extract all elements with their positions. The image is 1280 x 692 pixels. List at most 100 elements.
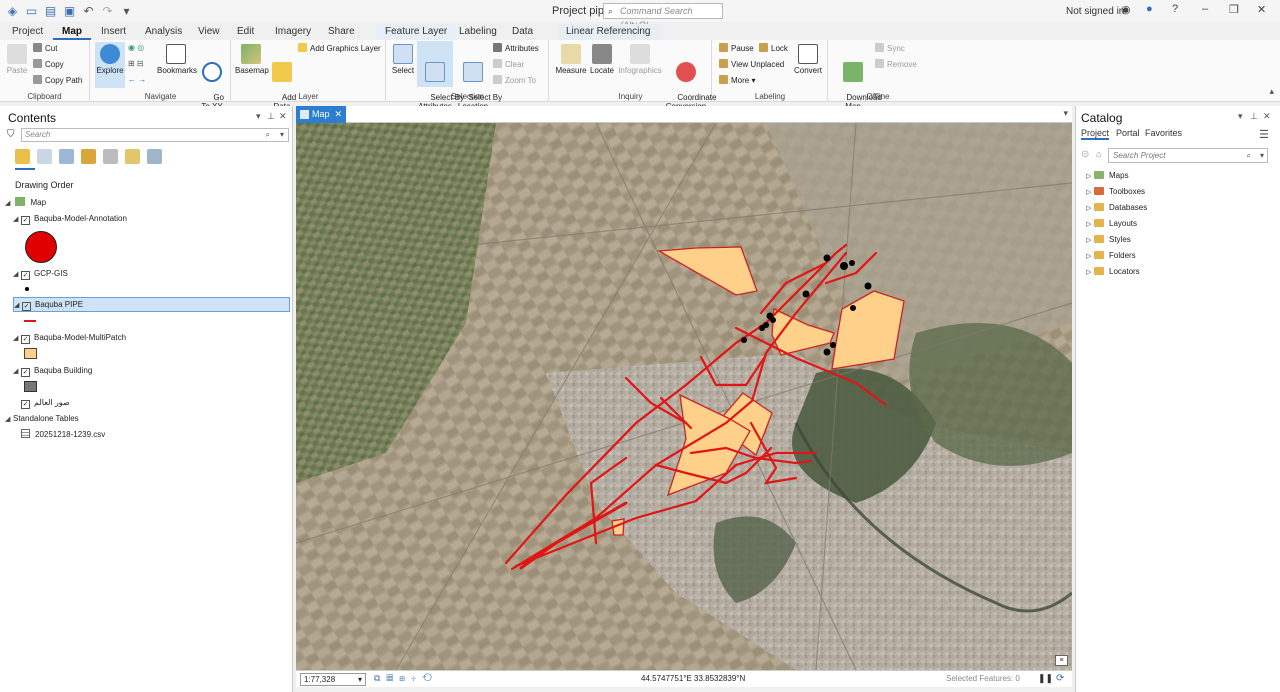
catalog-item-styles[interactable]: ▷ Styles bbox=[1086, 234, 1131, 246]
basemap-button[interactable]: Basemap bbox=[235, 44, 269, 75]
collapse-ribbon-icon[interactable]: ▴ bbox=[1269, 86, 1274, 97]
back-icon[interactable]: ⊝ bbox=[1081, 149, 1089, 160]
collapse-caret-icon[interactable]: ◢ bbox=[5, 413, 13, 426]
pause-drawing-icon[interactable]: ❚❚ bbox=[1038, 673, 1053, 684]
copy-button[interactable]: Copy bbox=[33, 59, 64, 71]
pane-options-icon[interactable]: ▾ bbox=[256, 111, 261, 122]
tab-linear-referencing[interactable]: Linear Referencing bbox=[557, 24, 660, 40]
layer-visibility-checkbox[interactable]: ✓ bbox=[21, 335, 30, 344]
clear-selection-button[interactable]: Clear bbox=[493, 59, 524, 71]
cut-button[interactable]: Cut bbox=[33, 43, 57, 55]
collapse-caret-icon[interactable]: ◢ bbox=[13, 365, 21, 378]
catalog-item-locators[interactable]: ▷ Locators bbox=[1086, 266, 1140, 278]
collapse-caret-icon[interactable]: ◢ bbox=[5, 197, 13, 210]
home-icon[interactable]: ⌂ bbox=[1096, 149, 1101, 159]
catalog-item-folders[interactable]: ▷ Folders bbox=[1086, 250, 1136, 262]
close-icon[interactable]: ✕ bbox=[1257, 3, 1266, 16]
map-nav-tools-icons[interactable]: ⧉▦⊞⊹⟲ bbox=[374, 673, 438, 684]
layer-visibility-checkbox[interactable]: ✓ bbox=[21, 368, 30, 377]
gcp-point[interactable] bbox=[849, 260, 855, 266]
layer-row-multipatch[interactable]: ◢ ✓ Baquba-Model-MultiPatch bbox=[13, 331, 126, 344]
map-view-tab[interactable]: Map ✕ bbox=[296, 106, 346, 123]
selection-list-icon[interactable] bbox=[59, 149, 74, 164]
close-pane-icon[interactable]: ✕ bbox=[279, 111, 287, 122]
undo-icon[interactable]: ↶ bbox=[82, 4, 95, 18]
layer-visibility-checkbox[interactable]: ✓ bbox=[21, 271, 30, 280]
expand-caret-icon[interactable]: ▷ bbox=[1086, 171, 1094, 183]
attributes-button[interactable]: Attributes bbox=[493, 43, 539, 55]
pin-icon[interactable]: ⊥ bbox=[267, 111, 275, 122]
select-button[interactable]: Select bbox=[391, 44, 415, 75]
tab-insert[interactable]: Insert bbox=[92, 24, 135, 40]
open-project-icon[interactable]: ▤ bbox=[44, 4, 57, 18]
catalog-menu-icon[interactable]: ☰ bbox=[1259, 128, 1269, 141]
labeling-list-icon[interactable] bbox=[125, 149, 140, 164]
tab-analysis[interactable]: Analysis bbox=[136, 24, 191, 40]
pane-options-icon[interactable]: ▾ bbox=[1238, 111, 1243, 122]
fixed-zoom-icon[interactable]: ⊞ ⊟ bbox=[128, 58, 144, 70]
copy-path-button[interactable]: Copy Path bbox=[33, 75, 82, 87]
convert-button[interactable]: Convert bbox=[792, 44, 824, 75]
gcp-point[interactable] bbox=[850, 305, 856, 311]
expand-caret-icon[interactable]: ▷ bbox=[1086, 219, 1094, 231]
close-map-tab-icon[interactable]: ✕ bbox=[334, 106, 342, 123]
tab-imagery[interactable]: Imagery bbox=[266, 24, 320, 40]
catalog-item-toolboxes[interactable]: ▷ Toolboxes bbox=[1086, 186, 1145, 198]
map-canvas[interactable]: ≡ bbox=[296, 123, 1072, 670]
collapse-caret-icon[interactable]: ◢ bbox=[14, 299, 22, 312]
layer-visibility-checkbox[interactable]: ✓ bbox=[22, 302, 31, 311]
tab-map[interactable]: Map bbox=[53, 24, 91, 40]
gcp-point[interactable] bbox=[770, 317, 776, 323]
gcp-point[interactable] bbox=[802, 290, 810, 298]
layer-visibility-checkbox[interactable]: ✓ bbox=[21, 400, 30, 409]
scale-dropdown-icon[interactable]: ▾ bbox=[358, 674, 362, 685]
gcp-point[interactable] bbox=[830, 342, 836, 348]
explore-button[interactable]: Explore bbox=[95, 42, 125, 88]
selected-features-count[interactable]: Selected Features: 0 bbox=[946, 674, 1020, 683]
sync-button[interactable]: Sync bbox=[875, 43, 905, 55]
tab-feature-layer[interactable]: Feature Layer bbox=[376, 24, 457, 40]
notification-icon[interactable]: ● bbox=[1146, 3, 1153, 15]
save-icon[interactable]: ▣ bbox=[63, 4, 76, 18]
gcp-point[interactable] bbox=[759, 325, 765, 331]
attribution-icon[interactable]: ≡ bbox=[1055, 655, 1068, 666]
contents-search-input[interactable]: Search ⌕ ▾ bbox=[21, 128, 289, 142]
expand-caret-icon[interactable]: ▷ bbox=[1086, 251, 1094, 263]
catalog-item-maps[interactable]: ▷ Maps bbox=[1086, 170, 1129, 182]
collapse-caret-icon[interactable]: ◢ bbox=[13, 268, 21, 281]
tab-view[interactable]: View bbox=[189, 24, 229, 40]
layer-row-building[interactable]: ◢ ✓ Baquba Building bbox=[13, 364, 92, 377]
measure-button[interactable]: Measure bbox=[554, 44, 588, 75]
layer-row-pipe[interactable]: ◢ ✓ Baquba PIPE bbox=[13, 297, 290, 312]
help-icon[interactable]: ? bbox=[1172, 3, 1178, 15]
view-unplaced-button[interactable]: View Unplaced bbox=[719, 59, 784, 71]
tree-map-node[interactable]: ◢ Map bbox=[5, 196, 46, 209]
collapse-caret-icon[interactable]: ◢ bbox=[13, 213, 21, 226]
layer-row-gcp-gis[interactable]: ◢ ✓ GCP-GIS bbox=[13, 267, 68, 280]
restore-icon[interactable]: ❐ bbox=[1229, 3, 1239, 16]
sign-in-status[interactable]: Not signed in bbox=[1066, 6, 1124, 17]
data-source-icon[interactable] bbox=[37, 149, 52, 164]
more-labeling-button[interactable]: More ▾ bbox=[719, 75, 755, 87]
paste-button[interactable]: Paste bbox=[5, 44, 29, 75]
expand-caret-icon[interactable]: ▷ bbox=[1086, 235, 1094, 247]
close-pane-icon[interactable]: ✕ bbox=[1263, 111, 1271, 122]
tab-labeling[interactable]: Labeling bbox=[450, 24, 506, 40]
refresh-icon[interactable]: ⟳ bbox=[1056, 673, 1064, 684]
expand-caret-icon[interactable]: ▷ bbox=[1086, 267, 1094, 279]
table-row-csv[interactable]: 20251218-1239.csv bbox=[21, 428, 105, 441]
expand-caret-icon[interactable]: ▷ bbox=[1086, 203, 1094, 215]
catalog-tab-portal[interactable]: Portal bbox=[1116, 128, 1140, 138]
zoom-to-selection-button[interactable]: Zoom To bbox=[493, 75, 536, 87]
select-by-attributes-button[interactable]: Select By Attributes bbox=[417, 41, 464, 111]
catalog-item-databases[interactable]: ▷ Databases bbox=[1086, 202, 1147, 214]
gcp-point[interactable] bbox=[741, 337, 747, 343]
scale-selector[interactable]: 1:77,328 ▾ bbox=[300, 673, 366, 686]
catalog-item-layouts[interactable]: ▷ Layouts bbox=[1086, 218, 1137, 230]
tab-project[interactable]: Project bbox=[3, 24, 52, 40]
gcp-point[interactable] bbox=[823, 254, 831, 262]
gcp-point[interactable] bbox=[864, 282, 872, 290]
gcp-point[interactable] bbox=[823, 348, 831, 356]
command-search-input[interactable]: ⌕ Command Search (Alt+Q) bbox=[603, 3, 723, 30]
add-graphics-layer-button[interactable]: Add Graphics Layer bbox=[298, 43, 381, 55]
